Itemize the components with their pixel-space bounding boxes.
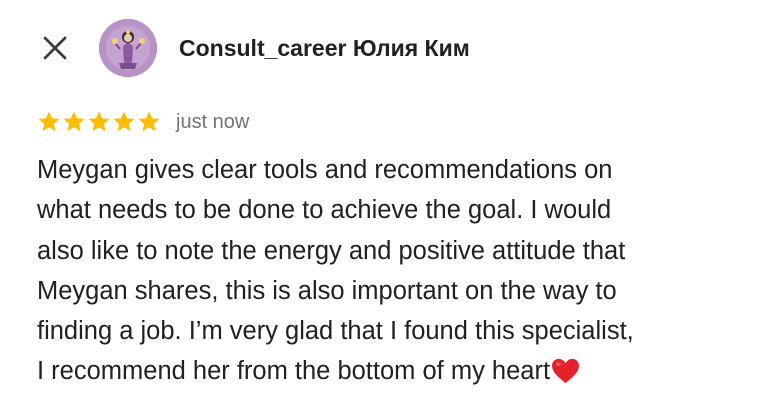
review-line: Meygan gives clear tools and recommendat…	[37, 156, 613, 184]
review-text: Meygan gives clear tools and recommendat…	[37, 150, 757, 392]
review-line: also like to note the energy and positiv…	[37, 236, 626, 265]
star-rating	[37, 110, 161, 134]
avatar[interactable]	[99, 19, 157, 77]
author-name[interactable]: Consult_career Юлия Ким	[179, 33, 470, 63]
review-line: Meygan shares, this is also important on…	[37, 276, 617, 305]
star-icon	[138, 111, 160, 132]
heart-icon	[552, 359, 579, 384]
avatar-image	[99, 19, 157, 77]
close-button[interactable]	[40, 33, 70, 63]
star-icon	[113, 111, 135, 132]
star-icon	[63, 111, 85, 132]
rating-row: just now	[37, 108, 249, 136]
review-line: finding a job. I’m very glad that I foun…	[37, 317, 634, 346]
review-line-last: I recommend her from the bottom of my he…	[37, 351, 757, 391]
close-icon	[43, 36, 67, 60]
review-card: Consult_career Юлия Ким just now Meygan …	[0, 0, 768, 413]
star-icon	[88, 111, 110, 132]
review-line: I recommend her from the bottom of my he…	[37, 357, 551, 386]
review-line: what needs to be done to achieve the goa…	[37, 196, 612, 225]
review-time: just now	[176, 111, 250, 133]
star-icon	[38, 111, 60, 132]
